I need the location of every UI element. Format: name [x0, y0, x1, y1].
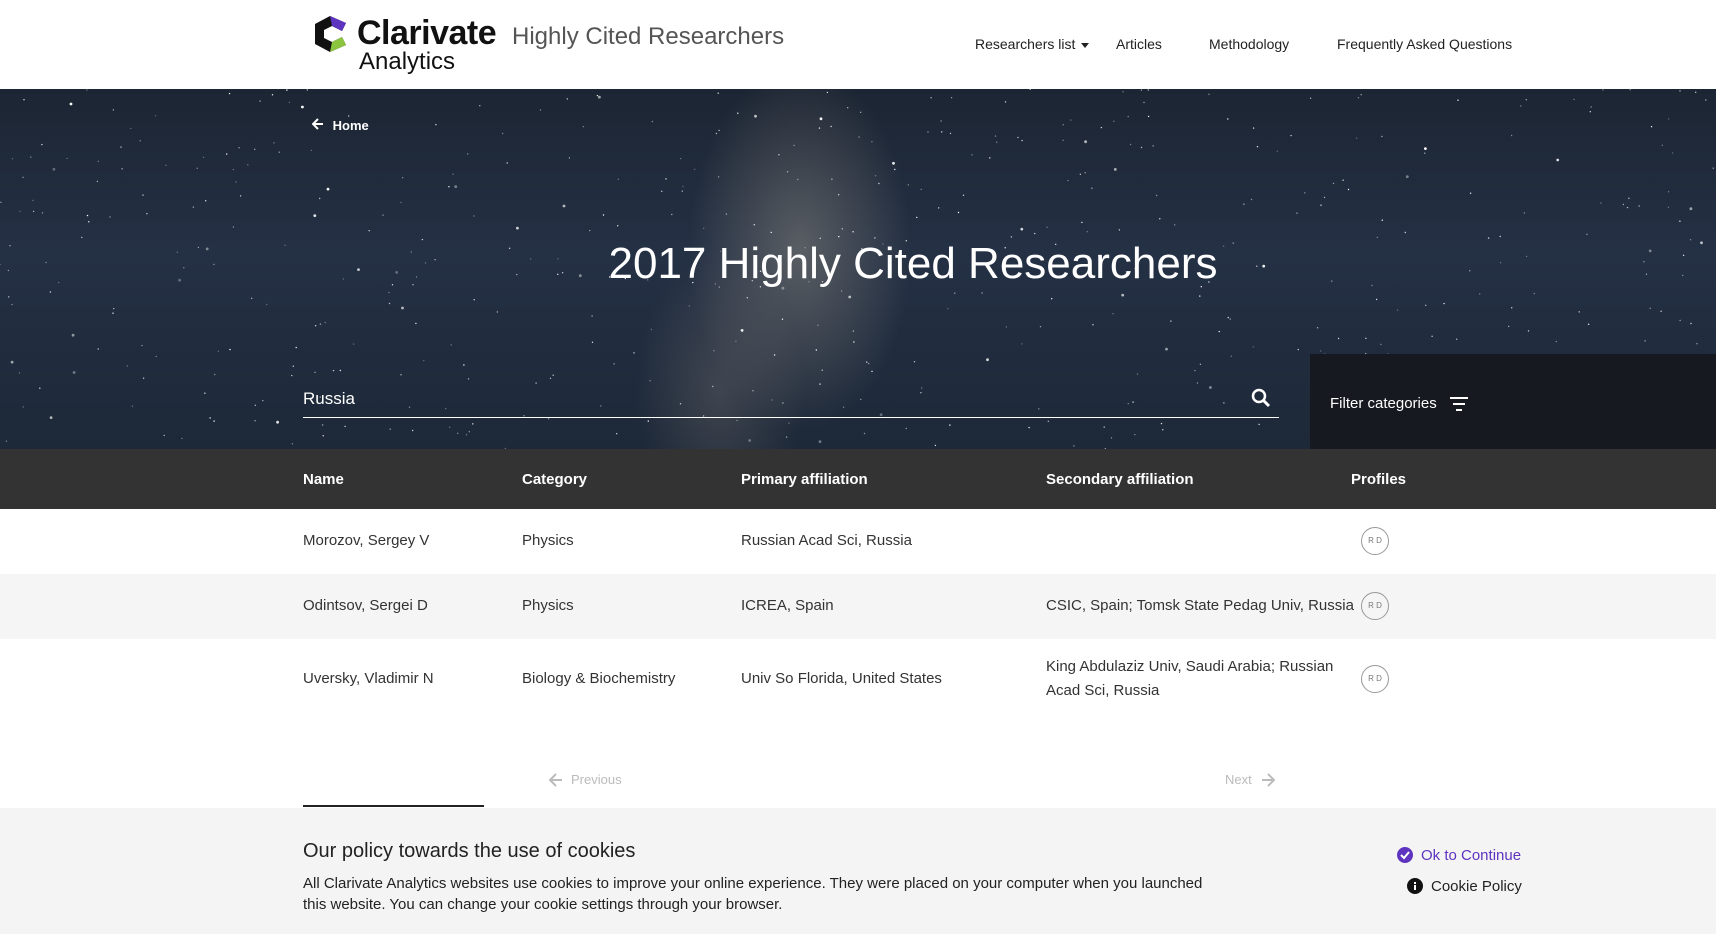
filter-categories-button[interactable]: Filter categories — [1310, 354, 1716, 449]
column-header-name[interactable]: Name — [303, 470, 344, 490]
researcherid-profile-icon[interactable]: R D — [1361, 592, 1389, 620]
researcher-name[interactable]: Odintsov, Sergei D — [303, 594, 428, 618]
secondary-affiliation-line-1: King Abdulaziz Univ, Saudi Arabia; Russi… — [1046, 658, 1334, 675]
column-header-secondary-affiliation[interactable]: Secondary affiliation — [1046, 470, 1194, 490]
nav-researchers-list-label: Researchers list — [975, 36, 1076, 52]
cookie-policy-label: Cookie Policy — [1431, 878, 1522, 895]
clarivate-logo[interactable]: Clarivate Analytics — [312, 13, 497, 77]
ok-to-continue-button[interactable]: Ok to Continue — [1397, 846, 1521, 869]
home-link[interactable]: Home — [311, 117, 369, 135]
secondary-affiliation: CSIC, Spain; Tomsk State Pedag Univ, Rus… — [1046, 597, 1354, 614]
site-title[interactable]: Highly Cited Researchers — [512, 22, 784, 52]
filter-icon — [1450, 396, 1468, 417]
filter-categories-label: Filter categories — [1330, 395, 1437, 412]
primary-affiliation: ICREA, Spain — [741, 597, 834, 614]
page-title: 2017 Highly Cited Researchers — [608, 239, 1218, 288]
researcher-category: Biology & Biochemistry — [522, 670, 676, 687]
primary-affiliation: Russian Acad Sci, Russia — [741, 532, 912, 549]
researcher-name[interactable]: Morozov, Sergey V — [303, 529, 429, 553]
column-header-profiles: Profiles — [1351, 471, 1407, 488]
table-row: Morozov, Sergey V Physics Russian Acad S… — [0, 509, 1716, 574]
table-header: Name Category Primary affiliation Second… — [0, 449, 1716, 509]
cookie-text: All Clarivate Analytics websites use coo… — [303, 875, 1203, 913]
primary-affiliation: Univ So Florida, United States — [741, 670, 942, 687]
nav-faq[interactable]: Frequently Asked Questions — [1337, 34, 1512, 54]
home-link-label: Home — [332, 118, 369, 133]
previous-label: Previous — [571, 772, 622, 787]
cookie-banner: Our policy towards the use of cookies Al… — [0, 808, 1716, 934]
top-header: Clarivate Analytics Highly Cited Researc… — [0, 0, 1716, 89]
secondary-affiliation-line-2: Acad Sci, Russia — [1046, 682, 1160, 699]
arrow-right-icon — [1261, 773, 1276, 792]
pagination-indicator — [303, 805, 484, 807]
hero-banner: Home 2017 Highly Cited Researchers Filte… — [0, 89, 1716, 449]
nav-researchers-list[interactable]: Researchers list — [975, 34, 1090, 54]
researcherid-profile-icon[interactable]: R D — [1361, 527, 1389, 555]
search-icon[interactable] — [1251, 388, 1271, 413]
next-label: Next — [1225, 772, 1252, 787]
info-icon — [1407, 878, 1423, 900]
previous-page-button[interactable]: Previous — [548, 771, 622, 792]
clarivate-logo-icon — [315, 16, 346, 52]
search-bar — [303, 382, 1279, 418]
logo-subtitle: Analytics — [359, 48, 456, 75]
table-row: Odintsov, Sergei D Physics ICREA, Spain … — [0, 574, 1716, 639]
table-row: Uversky, Vladimir N Biology & Biochemist… — [0, 639, 1716, 724]
cookie-title: Our policy towards the use of cookies — [303, 840, 636, 862]
search-input[interactable] — [303, 382, 1223, 416]
arrow-left-icon — [548, 773, 563, 792]
nav-methodology[interactable]: Methodology — [1209, 34, 1289, 54]
arrow-left-icon — [311, 118, 328, 133]
chevron-down-icon — [1081, 42, 1090, 48]
nav-articles[interactable]: Articles — [1116, 34, 1162, 54]
column-header-category[interactable]: Category — [522, 470, 587, 490]
cookie-policy-link[interactable]: Cookie Policy — [1407, 877, 1522, 900]
researcher-category: Physics — [522, 532, 574, 549]
researcher-category: Physics — [522, 597, 574, 614]
ok-to-continue-label: Ok to Continue — [1421, 847, 1522, 864]
researcherid-profile-icon[interactable]: R D — [1361, 665, 1389, 693]
check-circle-icon — [1397, 847, 1413, 869]
column-header-primary-affiliation[interactable]: Primary affiliation — [741, 470, 868, 490]
researcher-name[interactable]: Uversky, Vladimir N — [303, 667, 434, 691]
next-page-button[interactable]: Next — [1225, 771, 1276, 792]
